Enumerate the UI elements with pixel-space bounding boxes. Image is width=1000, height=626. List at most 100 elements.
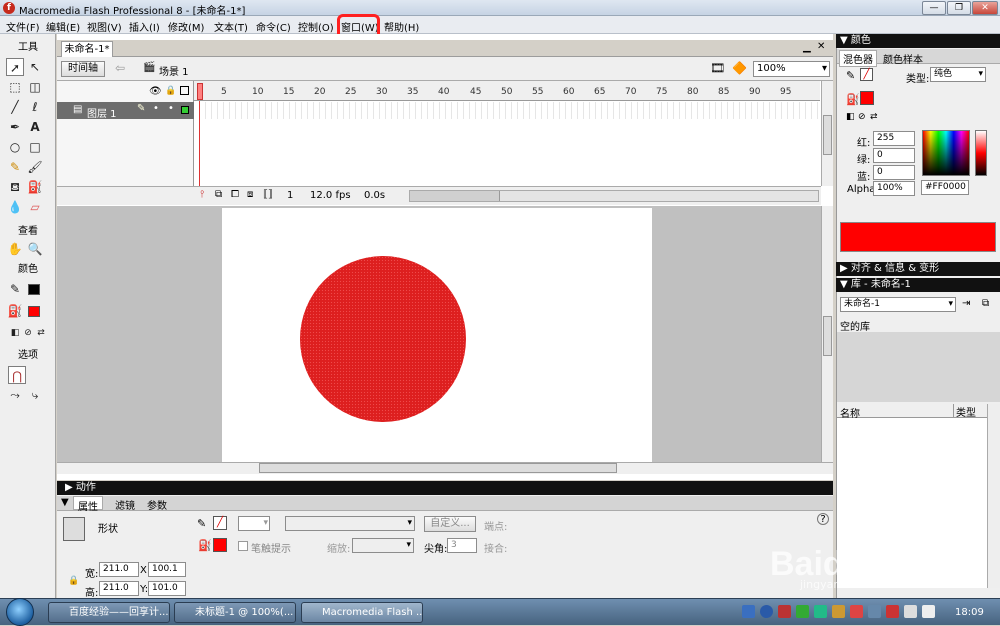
rectangle-tool-icon[interactable]: □ bbox=[26, 138, 44, 156]
collapse-icon[interactable]: ▼ bbox=[61, 497, 69, 508]
eyedropper-tool-icon[interactable]: 💧 bbox=[6, 198, 24, 216]
stroke-width-field[interactable]: ▾ bbox=[238, 516, 270, 531]
help-icon[interactable]: ? bbox=[817, 513, 829, 525]
tray-flag-icon[interactable] bbox=[850, 605, 863, 618]
frame-row[interactable] bbox=[194, 102, 820, 119]
start-button[interactable] bbox=[6, 598, 34, 626]
y-field[interactable]: 101.0 bbox=[148, 581, 186, 596]
pencil-tool-icon[interactable]: ✎ bbox=[6, 158, 24, 176]
align-panel-header[interactable]: ▶ 对齐 & 信息 & 变形 bbox=[836, 262, 1000, 276]
tab-parameters[interactable]: 参数 bbox=[147, 497, 167, 512]
menu-help[interactable]: 帮助(H) bbox=[384, 19, 419, 34]
mixer-stroke-swatch[interactable]: ╱ bbox=[860, 68, 873, 81]
library-select[interactable]: 未命名-1 ▾ bbox=[840, 297, 956, 312]
stage-hscroll-thumb[interactable] bbox=[259, 463, 617, 473]
selection-tool-icon[interactable]: ➚ bbox=[6, 58, 24, 76]
center-frame-icon[interactable]: ⫯ bbox=[200, 189, 204, 200]
mixer-bw-icon[interactable]: ◧ bbox=[846, 112, 855, 122]
menu-commands[interactable]: 命令(C) bbox=[256, 19, 291, 34]
straighten-icon[interactable]: ⤷ bbox=[26, 386, 44, 404]
taskbar-item-baidu[interactable]: 百度经验——回享计... bbox=[48, 602, 170, 623]
brightness-slider[interactable] bbox=[975, 130, 987, 176]
stage-vscroll-thumb[interactable] bbox=[823, 316, 832, 356]
color-spectrum[interactable] bbox=[922, 130, 970, 176]
stroke-color-icon[interactable]: ✎ bbox=[6, 280, 24, 298]
line-tool-icon[interactable]: ╱ bbox=[6, 98, 24, 116]
custom-button[interactable]: 自定义... bbox=[424, 516, 476, 532]
timeline-toggle-button[interactable]: 时间轴 bbox=[61, 61, 105, 77]
snap-magnet-icon[interactable]: ⋂ bbox=[8, 366, 26, 384]
timeline-vscroll[interactable] bbox=[821, 81, 833, 186]
edit-symbol-icon[interactable]: 🔶 bbox=[732, 61, 747, 75]
tray-warning-icon[interactable] bbox=[886, 605, 899, 618]
minimize-button[interactable]: — bbox=[922, 1, 946, 15]
oval-tool-icon[interactable]: ○ bbox=[6, 138, 24, 156]
outline-icon[interactable] bbox=[180, 86, 189, 95]
library-panel-header[interactable]: ▼ 库 - 未命名-1 bbox=[836, 278, 1000, 292]
menu-file[interactable]: 文件(F) bbox=[6, 19, 40, 34]
timeline-hscroll-thumb[interactable] bbox=[410, 191, 500, 201]
smooth-icon[interactable]: ⤳ bbox=[6, 386, 24, 404]
library-vscroll[interactable] bbox=[987, 404, 1000, 588]
taskbar-item-photoshop[interactable]: 未标题-1 @ 100%(... bbox=[174, 602, 296, 623]
edit-multiple-icon[interactable]: ⧈ bbox=[247, 189, 253, 200]
onion-outline-icon[interactable]: ⧠ bbox=[231, 189, 239, 200]
red-circle-shape[interactable] bbox=[300, 256, 466, 422]
zoom-tool-icon[interactable]: 🔍 bbox=[26, 240, 44, 258]
menu-modify[interactable]: 修改(M) bbox=[168, 19, 204, 34]
tray-security-icon[interactable] bbox=[814, 605, 827, 618]
type-select[interactable]: 纯色 ▾ bbox=[930, 67, 986, 82]
red-field[interactable]: 255 bbox=[873, 131, 915, 146]
menu-control[interactable]: 控制(O) bbox=[298, 19, 334, 34]
pen-tool-icon[interactable]: ✒ bbox=[6, 118, 24, 136]
lock-icon[interactable]: 🔒 bbox=[165, 86, 176, 96]
tray-display-icon[interactable] bbox=[868, 605, 881, 618]
menu-insert[interactable]: 插入(I) bbox=[129, 19, 160, 34]
layer-row[interactable]: ▤ 图层 1 ✎ • • bbox=[57, 102, 194, 120]
tray-network-icon[interactable] bbox=[796, 605, 809, 618]
column-type[interactable]: 类型 bbox=[953, 404, 976, 419]
back-arrow-icon[interactable]: ⇦ bbox=[115, 61, 125, 75]
alpha-field[interactable]: 100% bbox=[873, 181, 915, 196]
stroke-color-swatch[interactable] bbox=[28, 284, 40, 295]
brush-tool-icon[interactable]: 🖌 bbox=[26, 158, 44, 176]
blue-field[interactable]: 0 bbox=[873, 165, 915, 180]
close-button[interactable]: ✕ bbox=[972, 1, 998, 15]
tray-app-icon[interactable] bbox=[778, 605, 791, 618]
color-panel-header[interactable]: ▼ 颜色 bbox=[836, 34, 1000, 48]
tray-keyboard-icon[interactable] bbox=[742, 605, 755, 618]
width-field[interactable]: 211.0 bbox=[99, 562, 139, 577]
menu-view[interactable]: 视图(V) bbox=[87, 19, 122, 34]
green-field[interactable]: 0 bbox=[873, 148, 915, 163]
tab-filters[interactable]: 滤镜 bbox=[115, 497, 135, 512]
timeline-hscroll[interactable] bbox=[409, 190, 819, 202]
doc-close-icon[interactable]: ✕ bbox=[817, 41, 825, 52]
text-tool-icon[interactable]: A bbox=[26, 118, 44, 136]
mixer-fill-swatch[interactable] bbox=[860, 91, 874, 105]
taskbar-item-flash[interactable]: Macromedia Flash ... bbox=[301, 602, 423, 623]
stroke-style-select[interactable]: ▾ bbox=[285, 516, 415, 531]
tab-swatches[interactable]: 颜色样本 bbox=[883, 51, 923, 66]
tray-ime-icon[interactable] bbox=[922, 605, 935, 618]
swap-colors-icon[interactable]: ⇄ bbox=[32, 324, 50, 342]
stage-vscroll[interactable] bbox=[821, 206, 833, 462]
eye-icon[interactable]: 👁 bbox=[149, 86, 162, 97]
fill-color-swatch[interactable] bbox=[28, 306, 40, 317]
miter-field[interactable]: 3 bbox=[447, 538, 477, 553]
ink-bottle-tool-icon[interactable]: ⛾ bbox=[6, 178, 24, 196]
subselection-tool-icon[interactable]: ↖ bbox=[26, 58, 44, 76]
restore-button[interactable]: ❐ bbox=[947, 1, 971, 15]
playhead[interactable] bbox=[197, 83, 203, 100]
scene-label[interactable]: 场景 1 bbox=[159, 63, 189, 78]
stage-hscroll[interactable] bbox=[57, 462, 833, 474]
tab-properties[interactable]: 属性 bbox=[73, 496, 103, 513]
mixer-swap-icon[interactable]: ⇄ bbox=[870, 112, 878, 122]
layer-color-box[interactable] bbox=[181, 106, 189, 114]
actions-panel-header[interactable]: ▶ 动作 bbox=[57, 481, 833, 495]
lasso-tool-icon[interactable]: ℓ bbox=[26, 98, 44, 116]
fill-color-icon[interactable]: ⛽ bbox=[6, 302, 24, 320]
new-library-panel-icon[interactable]: ⧉ bbox=[982, 298, 989, 309]
document-tab[interactable]: 未命名-1* bbox=[61, 41, 113, 57]
paint-bucket-tool-icon[interactable]: ⛽ bbox=[26, 178, 44, 196]
hex-field[interactable]: #FF0000 bbox=[921, 180, 969, 195]
